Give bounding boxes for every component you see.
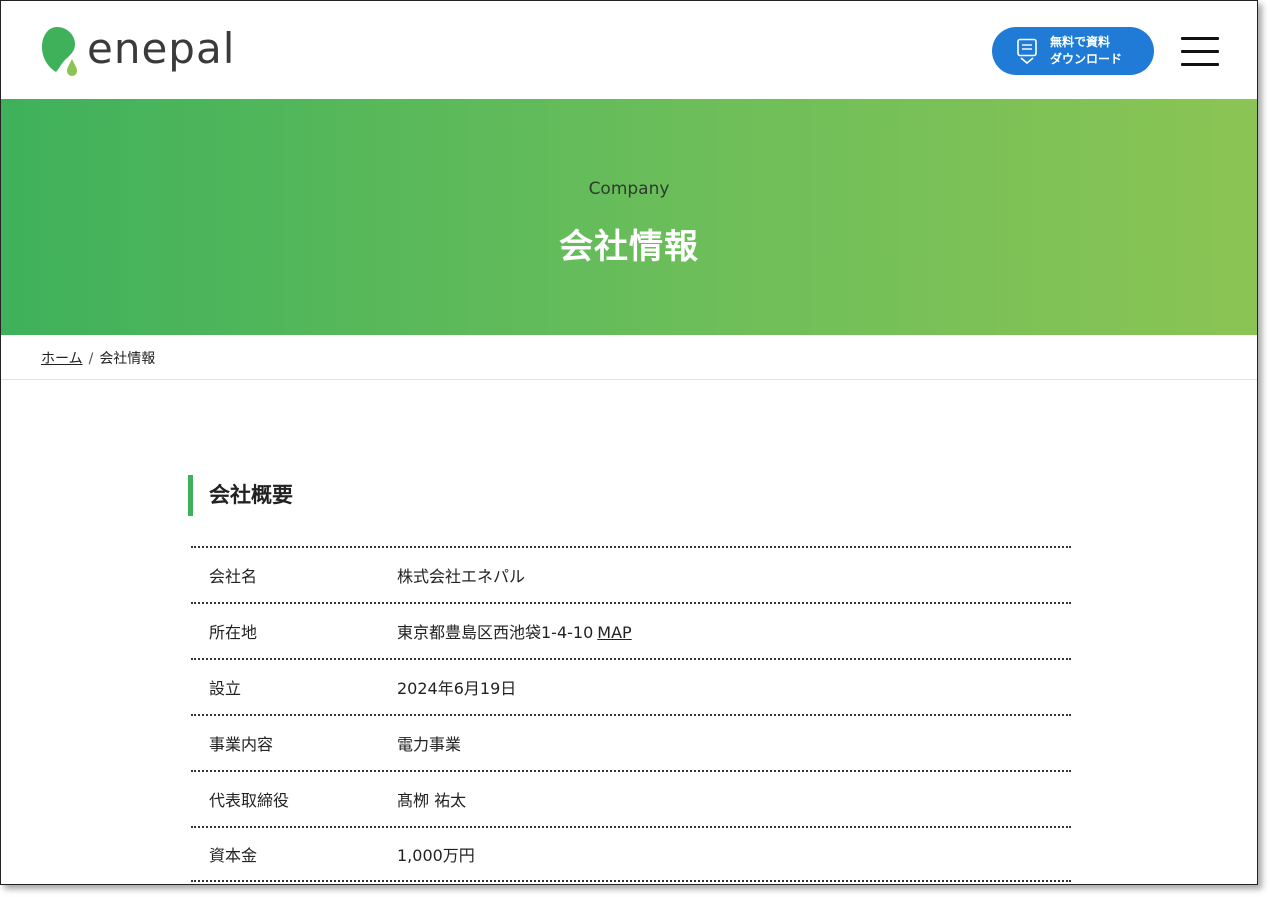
company-info-table: 会社名 株式会社エネパル 所在地 東京都豊島区西池袋1-4-10 MAP 設立 2… [191, 546, 1071, 882]
breadcrumb-separator: / [88, 351, 94, 367]
row-label: 代表取締役 [209, 791, 290, 810]
logo[interactable]: enepal [39, 25, 235, 77]
page-frame: enepal 無料で資料 ダウンロード Company 会社情報 ホーム / 会社情… [0, 0, 1258, 885]
row-label: 事業内容 [209, 735, 274, 754]
leaf-drop-logo-icon [42, 27, 77, 76]
row-value-container: 東京都豊島区西池袋1-4-10 MAP [397, 619, 1071, 643]
table-row: 会社名 株式会社エネパル [191, 546, 1071, 602]
breadcrumb-current: 会社情報 [99, 351, 156, 367]
logo-text: enepal [87, 24, 236, 73]
row-value: 2024年6月19日 [397, 679, 517, 698]
row-label: 設立 [209, 679, 242, 698]
menu-bar [1181, 63, 1219, 66]
breadcrumb-home-link[interactable]: ホーム [41, 351, 83, 367]
page-title: 会社情報 [559, 227, 699, 267]
row-value: 東京都豊島区西池袋1-4-10 [397, 623, 594, 642]
table-row: 所在地 東京都豊島区西池袋1-4-10 MAP [191, 602, 1071, 658]
row-value: 株式会社エネパル [397, 567, 526, 586]
site-header: enepal 無料で資料 ダウンロード [1, 1, 1257, 99]
download-label-line2: ダウンロード [1050, 52, 1123, 66]
table-row: 事業内容 電力事業 [191, 714, 1071, 770]
row-value: 1,000万円 [397, 846, 475, 865]
document-download-icon [1017, 38, 1037, 64]
row-label: 資本金 [209, 846, 258, 865]
hamburger-menu-icon[interactable] [1181, 37, 1219, 67]
download-label-line1: 無料で資料 [1050, 35, 1111, 49]
section-title: 会社概要 [188, 475, 293, 516]
download-button-label: 無料で資料 ダウンロード [1050, 34, 1122, 68]
row-label: 会社名 [209, 567, 258, 586]
free-download-button[interactable]: 無料で資料 ダウンロード [992, 27, 1154, 75]
hero-banner: Company 会社情報 [1, 99, 1257, 335]
row-value: 髙栁 祐太 [397, 791, 467, 810]
menu-bar [1181, 37, 1219, 40]
map-link[interactable]: MAP [597, 623, 631, 642]
menu-bar [1181, 50, 1219, 53]
row-value: 電力事業 [397, 735, 462, 754]
row-label: 所在地 [209, 623, 258, 642]
table-row: 設立 2024年6月19日 [191, 658, 1071, 714]
table-row: 代表取締役 髙栁 祐太 [191, 770, 1071, 826]
table-row: 資本金 1,000万円 [191, 826, 1071, 882]
hero-subtitle: Company [588, 179, 670, 199]
breadcrumb: ホーム / 会社情報 [1, 335, 1257, 380]
